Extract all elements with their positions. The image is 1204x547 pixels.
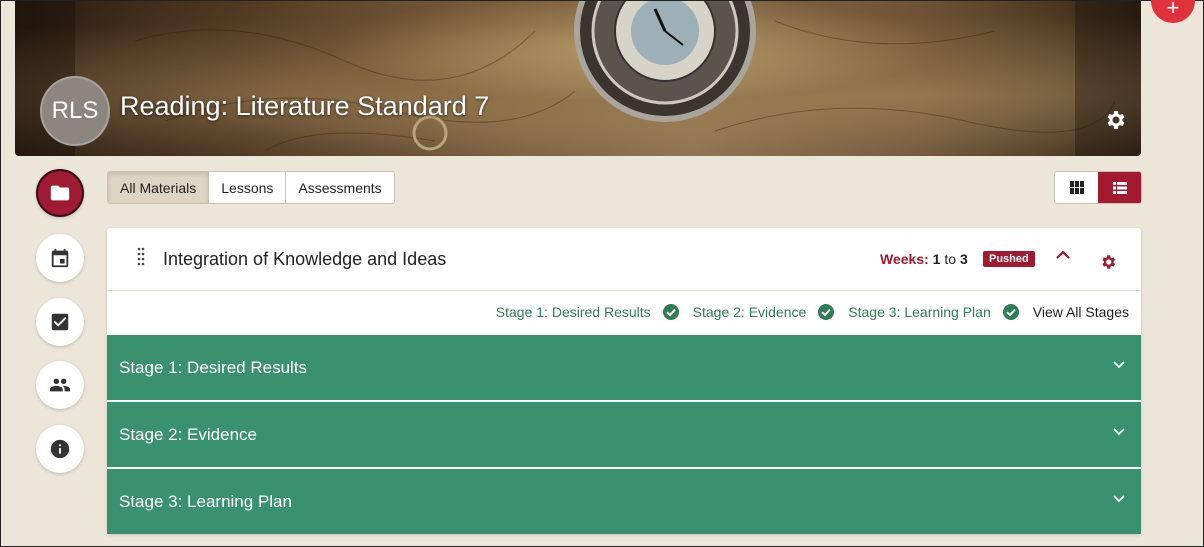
course-title: Reading: Literature Standard 7 — [120, 91, 490, 121]
check-circle-icon — [662, 304, 679, 320]
plus-icon: + — [1166, 0, 1180, 20]
weeks-range: Weeks: 1 to 3 — [880, 251, 968, 267]
unit-title[interactable]: Integration of Knowledge and Ideas — [163, 249, 446, 270]
tab-all-materials[interactable]: All Materials — [108, 172, 210, 203]
nav-info-button[interactable] — [36, 425, 84, 473]
stage-status-2[interactable]: Stage 2: Evidence — [693, 304, 835, 320]
view-all-stages-link[interactable]: View All Stages — [1033, 304, 1129, 320]
weeks-from: 1 — [932, 251, 941, 267]
banner-image — [15, 1, 1141, 156]
course-avatar: RLS — [40, 76, 110, 146]
check-circle-icon — [1002, 304, 1019, 320]
stage-status-label: Stage 1: Desired Results — [495, 304, 651, 320]
unit-card-header: Integration of Knowledge and Ideas Weeks… — [107, 228, 1141, 291]
info-icon — [50, 439, 70, 459]
grid-icon — [1069, 180, 1084, 194]
tab-assessments[interactable]: Assessments — [286, 172, 393, 203]
stage-3-accordion[interactable]: Stage 3: Learning Plan — [107, 469, 1141, 534]
chevron-down-icon — [1113, 361, 1125, 369]
stage-status-1[interactable]: Stage 1: Desired Results — [496, 304, 679, 320]
stage-2-accordion[interactable]: Stage 2: Evidence — [107, 402, 1141, 467]
nav-tasks-button[interactable] — [36, 298, 84, 346]
checkbox-icon — [51, 313, 69, 331]
stage-status-row: Stage 1: Desired Results Stage 2: Eviden… — [496, 304, 1129, 320]
grid-view-button[interactable] — [1055, 172, 1098, 203]
stage-status-label: Stage 3: Learning Plan — [848, 304, 991, 320]
list-icon — [1112, 181, 1127, 194]
nav-people-button[interactable] — [36, 361, 84, 409]
people-icon — [49, 378, 71, 392]
view-toggle — [1054, 171, 1142, 204]
weeks-to-word: to — [944, 251, 957, 267]
status-badge: Pushed — [983, 251, 1035, 267]
chevron-down-icon — [1113, 428, 1125, 436]
stage-status-label: Stage 2: Evidence — [692, 304, 807, 320]
nav-calendar-button[interactable] — [36, 234, 84, 282]
tab-lessons[interactable]: Lessons — [209, 172, 287, 203]
stage-accordion-label: Stage 2: Evidence — [119, 424, 257, 444]
material-filter-tabs: All Materials Lessons Assessments — [107, 171, 395, 204]
folder-icon — [50, 185, 70, 201]
check-circle-icon — [818, 304, 835, 320]
stage-status-3[interactable]: Stage 3: Learning Plan — [848, 304, 1019, 320]
drag-handle-icon[interactable] — [137, 247, 145, 267]
calendar-icon — [51, 248, 69, 268]
chevron-down-icon — [1113, 495, 1125, 503]
stage-1-accordion[interactable]: Stage 1: Desired Results — [107, 335, 1141, 400]
stage-accordion-label: Stage 1: Desired Results — [119, 357, 308, 377]
chevron-up-icon[interactable] — [1056, 250, 1070, 260]
gear-icon[interactable] — [1103, 108, 1127, 132]
weeks-label: Weeks: — [880, 251, 929, 267]
nav-materials-button[interactable] — [36, 169, 84, 217]
course-banner: RLS Reading: Literature Standard 7 — [15, 1, 1141, 156]
add-button[interactable]: + — [1151, 0, 1195, 23]
stage-accordion-label: Stage 3: Learning Plan — [119, 491, 292, 511]
weeks-to: 3 — [959, 251, 968, 267]
list-view-button[interactable] — [1098, 172, 1141, 203]
unit-card: Integration of Knowledge and Ideas Weeks… — [107, 228, 1141, 534]
unit-gear-icon[interactable] — [1099, 253, 1117, 271]
